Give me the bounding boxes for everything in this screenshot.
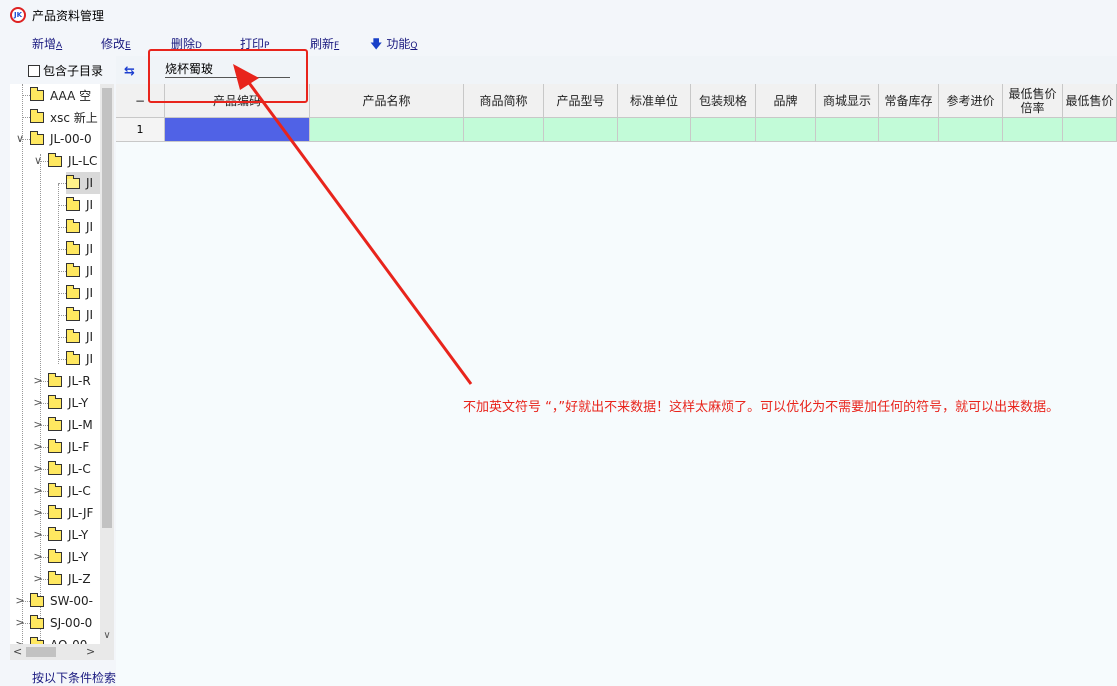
annotation-arrow — [233, 64, 473, 385]
annotation-note: 不加英文符号 “，”好就出不来数据！这样太麻烦了。可以优化为不需要加任何的符号，… — [463, 400, 1060, 415]
